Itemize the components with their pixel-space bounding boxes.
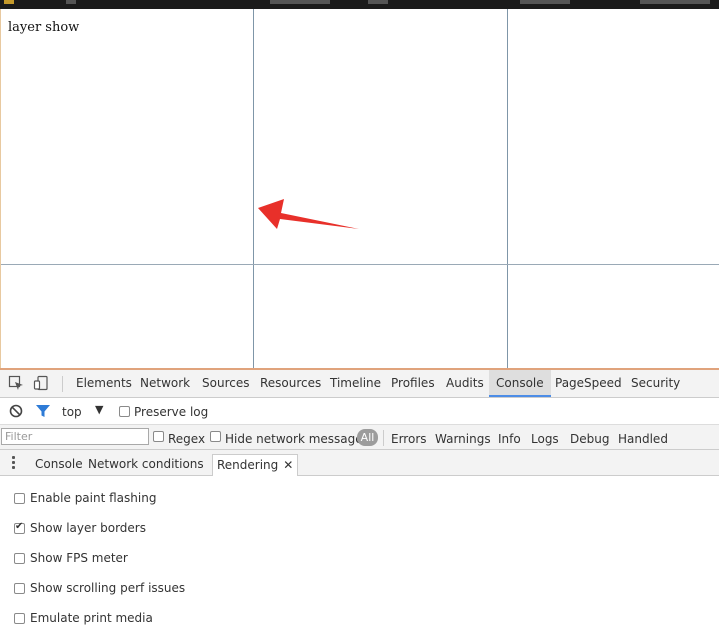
- tab-pagespeed[interactable]: PageSpeed: [555, 370, 622, 397]
- inspect-icon[interactable]: [8, 375, 24, 391]
- level-handled-button[interactable]: Handled: [618, 432, 668, 446]
- tab-resources[interactable]: Resources: [260, 370, 321, 397]
- rendering-option-checkbox[interactable]: [14, 613, 25, 624]
- drawer-tab-rendering[interactable]: Rendering ✕: [212, 454, 299, 476]
- drawer-tabstrip: Console Network conditions Rendering ✕: [0, 450, 719, 476]
- devtools-panel: Elements Network Sources Resources Timeline P…: [0, 368, 719, 639]
- level-debug-button[interactable]: Debug: [570, 432, 609, 446]
- taskbar-fragment: [66, 0, 76, 4]
- tab-timeline[interactable]: Timeline: [330, 370, 381, 397]
- page-viewport: layer show: [0, 9, 719, 368]
- device-icon[interactable]: [33, 375, 49, 391]
- taskbar-fragment: [270, 0, 330, 4]
- rendering-option-label: Show layer borders: [30, 521, 146, 535]
- tab-network[interactable]: Network: [140, 370, 190, 397]
- devtools-toolbar: Elements Network Sources Resources Timeline P…: [0, 370, 719, 398]
- rendering-option-label: Show scrolling perf issues: [30, 581, 186, 595]
- filter-bar: Regex Hide network messages All Errors Wa…: [0, 425, 719, 450]
- tab-console[interactable]: Console: [489, 370, 551, 397]
- preserve-log-label: Preserve log: [134, 405, 209, 419]
- drawer-tab-console[interactable]: Console: [35, 454, 83, 476]
- drawer-tab-network-conditions[interactable]: Network conditions: [88, 454, 204, 476]
- rendering-option-label: Emulate print media: [30, 611, 153, 625]
- arrow-annotation: [258, 199, 359, 229]
- taskbar-fragment: [4, 0, 14, 4]
- rendering-option-label: Show FPS meter: [30, 551, 128, 565]
- rendering-option-checkbox[interactable]: [14, 583, 25, 594]
- close-icon[interactable]: ✕: [283, 458, 293, 472]
- taskbar-fragment: [368, 0, 388, 4]
- clear-console-icon[interactable]: [8, 403, 24, 419]
- level-logs-button[interactable]: Logs: [531, 432, 559, 446]
- tab-profiles[interactable]: Profiles: [391, 370, 435, 397]
- level-warnings-button[interactable]: Warnings: [435, 432, 491, 446]
- drawer-tab-rendering-label: Rendering: [217, 458, 279, 472]
- toolbar-divider: [62, 376, 63, 392]
- rendering-option-label: Enable paint flashing: [30, 491, 157, 505]
- tab-sources[interactable]: Sources: [202, 370, 249, 397]
- os-top-strip: [0, 0, 719, 9]
- level-all-button[interactable]: All: [357, 429, 378, 446]
- level-errors-button[interactable]: Errors: [391, 432, 427, 446]
- taskbar-fragment: [640, 0, 710, 4]
- rendering-option-checkbox[interactable]: [14, 521, 25, 534]
- hide-network-label: Hide network messages: [225, 432, 369, 446]
- regex-checkbox[interactable]: [153, 431, 164, 442]
- rendering-option-checkbox[interactable]: [14, 493, 25, 504]
- console-toolbar: top ▼ Preserve log: [0, 398, 719, 425]
- taskbar-fragment: [520, 0, 570, 4]
- hide-network-checkbox[interactable]: [210, 431, 221, 442]
- level-info-button[interactable]: Info: [498, 432, 521, 446]
- dropdown-icon[interactable]: ▼: [95, 403, 103, 416]
- tab-security[interactable]: Security: [631, 370, 680, 397]
- kebab-menu-icon[interactable]: [12, 456, 15, 471]
- context-select[interactable]: top: [62, 405, 82, 419]
- tab-audits[interactable]: Audits: [446, 370, 484, 397]
- preserve-log-checkbox[interactable]: [119, 406, 130, 417]
- rendering-option-checkbox[interactable]: [14, 553, 25, 564]
- tab-elements[interactable]: Elements: [76, 370, 132, 397]
- regex-label: Regex: [168, 432, 206, 446]
- filter-divider: [383, 430, 384, 446]
- filter-icon[interactable]: [35, 403, 51, 419]
- filter-input[interactable]: [1, 428, 149, 445]
